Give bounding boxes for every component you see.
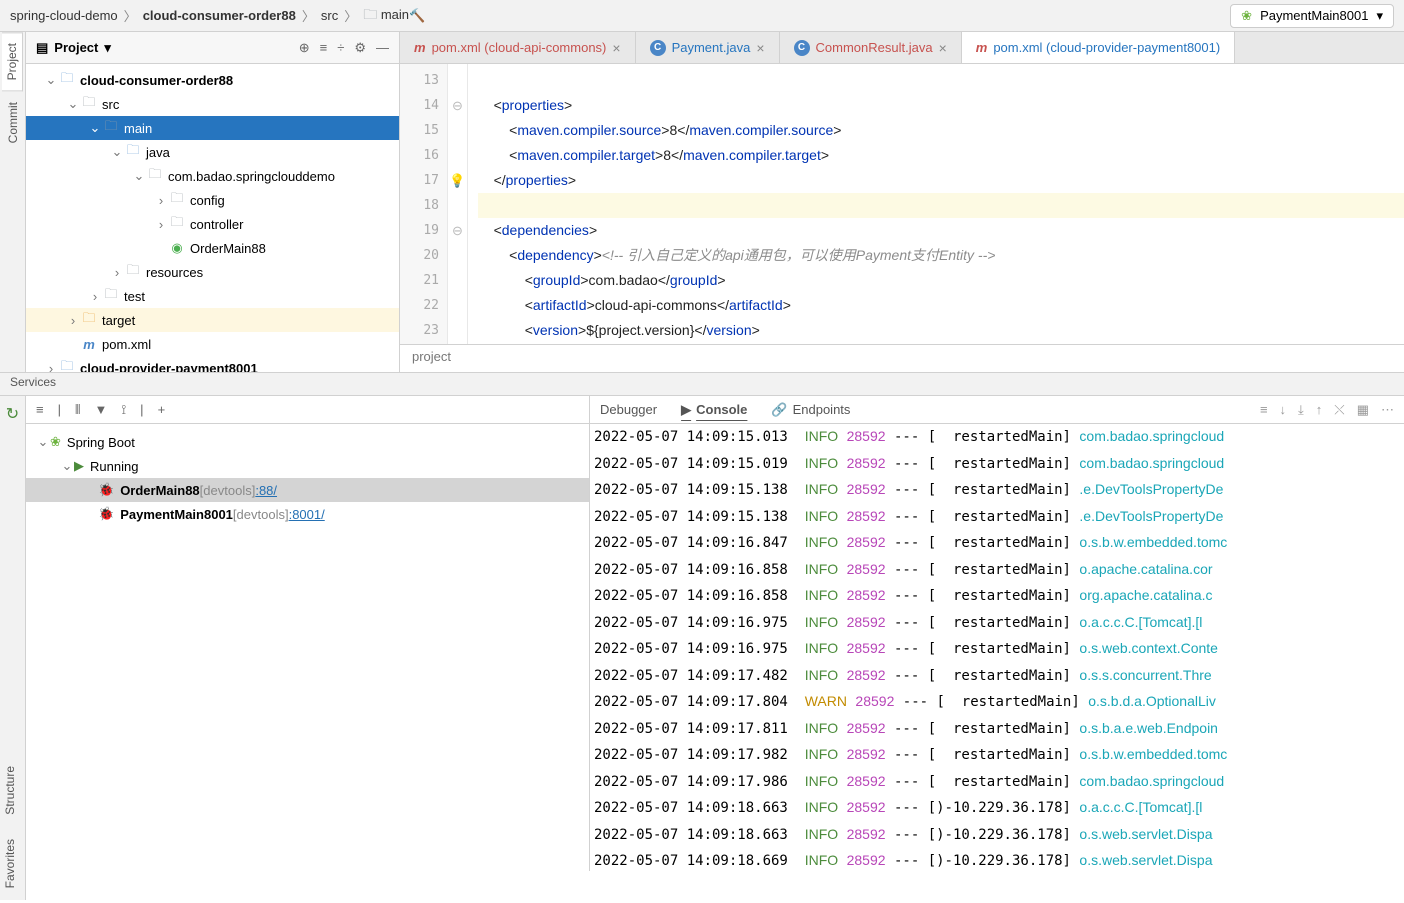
dl-icon[interactable]: ⤓ [1298, 402, 1304, 418]
tree-row[interactable]: ›🗀controller [26, 212, 399, 236]
tree-row[interactable]: ›🗀cloud-provider-payment8001 [26, 356, 399, 372]
editor-breadcrumb[interactable]: project [400, 344, 1404, 372]
breadcrumb-item[interactable]: src [321, 8, 338, 23]
project-tool-window: ▤ Project ▾ ⊕ ≡ ÷ ⚙ — ⌄🗀cloud-consumer-o… [26, 32, 400, 372]
left-tab-commit[interactable]: Commit [2, 91, 24, 154]
tree-row[interactable]: ›🗀test [26, 284, 399, 308]
expand-all-icon[interactable]: ≡ [320, 40, 328, 56]
editor-tab[interactable]: CCommonResult.java× [780, 32, 962, 63]
tree-row[interactable]: ⌄🗀java [26, 140, 399, 164]
tree-row[interactable]: ›🗀resources [26, 260, 399, 284]
settings-icon[interactable]: ⚙ [354, 40, 366, 56]
breadcrumb-item[interactable]: cloud-consumer-order88 [143, 8, 296, 23]
code-editor[interactable]: <properties> <maven.compiler.source>8</m… [468, 64, 1404, 344]
services-header[interactable]: Services [0, 372, 1404, 396]
tree-row[interactable]: ⌄🗀main [26, 116, 399, 140]
link-icon[interactable]: ⟟ [121, 402, 126, 418]
select-opened-icon[interactable]: ⊕ [299, 40, 310, 56]
editor-tab[interactable]: mpom.xml (cloud-api-commons)× [400, 32, 636, 63]
editor-tabs: mpom.xml (cloud-api-commons)×CPayment.ja… [400, 32, 1404, 64]
tree-row[interactable]: ›🗀target [26, 308, 399, 332]
editor-tab[interactable]: mpom.xml (cloud-provider-payment8001) [962, 32, 1235, 63]
clear-icon[interactable]: ⤬ [1334, 402, 1344, 418]
service-row[interactable]: ⌄▶Running [26, 454, 589, 478]
line-gutter: 1314151617181920212223 [400, 64, 448, 344]
chevron-down-icon: ▾ [104, 40, 111, 56]
left-toolwindow-bar: Project Commit [0, 32, 26, 372]
close-icon[interactable]: × [612, 40, 620, 56]
run-config-selector[interactable]: ❀ PaymentMain8001 ▾ [1230, 4, 1394, 28]
services-tree[interactable]: ⌄❀Spring Boot⌄▶Running🐞OrderMain88 [devt… [26, 424, 589, 871]
tab-endpoints[interactable]: 🔗Endpoints [771, 402, 850, 418]
breadcrumb-item[interactable]: spring-cloud-demo [10, 8, 118, 23]
tab-console[interactable]: ▶Console [681, 402, 747, 418]
service-row[interactable]: ⌄❀Spring Boot [26, 430, 589, 454]
gutter-marks: ⊖💡⊖ [448, 64, 468, 344]
tree-row[interactable]: mpom.xml [26, 332, 399, 356]
close-icon[interactable]: × [939, 40, 947, 56]
console-tabs: Debugger ▶Console 🔗Endpoints ≡ ↓ ⤓ ↑ ⤬ ▦… [590, 396, 1404, 424]
left-tab-favorites[interactable]: Favorites [0, 827, 25, 900]
tree-row[interactable]: ›🗀config [26, 188, 399, 212]
project-icon: ▤ [36, 40, 48, 56]
scroll-icon[interactable]: ↓ [1280, 402, 1287, 418]
collapse-all-icon[interactable]: ÷ [337, 40, 344, 56]
service-row[interactable]: 🐞OrderMain88 [devtools] :88/ [26, 478, 589, 502]
console-output[interactable]: 2022-05-07 14:09:15.013 INFO 28592 --- [… [590, 424, 1404, 871]
tree-row[interactable]: ⌄🗀src [26, 92, 399, 116]
split-icon[interactable]: ▦ [1357, 402, 1369, 418]
nav-bar: spring-cloud-demo〉cloud-consumer-order88… [0, 0, 1404, 32]
project-tree[interactable]: ⌄🗀cloud-consumer-order88⌄🗀src⌄🗀main⌄🗀jav… [26, 64, 399, 372]
left-tab-project[interactable]: Project [2, 32, 23, 91]
services-toolbar: ≡ | ⫴ ▼ ⟟ | + [26, 396, 589, 424]
breadcrumb[interactable]: spring-cloud-demo〉cloud-consumer-order88… [10, 4, 409, 28]
console-panel: Debugger ▶Console 🔗Endpoints ≡ ↓ ⤓ ↑ ⤬ ▦… [590, 396, 1404, 871]
endpoints-icon: 🔗 [771, 402, 787, 418]
filter-icon[interactable]: ▼ [94, 402, 107, 417]
group-icon[interactable]: ⫴ [75, 402, 80, 418]
project-title[interactable]: ▤ Project ▾ [36, 40, 111, 56]
editor-tab[interactable]: CPayment.java× [636, 32, 780, 63]
tree-row[interactable]: ◉OrderMain88 [26, 236, 399, 260]
tab-debugger[interactable]: Debugger [600, 402, 657, 417]
left-tab-structure[interactable]: Structure [0, 754, 25, 827]
editor-area: mpom.xml (cloud-api-commons)×CPayment.ja… [400, 32, 1404, 372]
breadcrumb-item[interactable]: 🗀 main [363, 4, 409, 28]
spring-icon: ❀ [1241, 8, 1252, 24]
services-tree-panel: ≡ | ⫴ ▼ ⟟ | + ⌄❀Spring Boot⌄▶Running🐞Ord… [26, 396, 590, 871]
run-config-label: PaymentMain8001 [1260, 8, 1368, 23]
chevron-down-icon: ▾ [1376, 8, 1383, 24]
add-icon[interactable]: + [158, 402, 166, 417]
project-header: ▤ Project ▾ ⊕ ≡ ÷ ⚙ — [26, 32, 399, 64]
code-area: 1314151617181920212223 ⊖💡⊖ <properties> … [400, 64, 1404, 344]
tree-row[interactable]: ⌄🗀com.badao.springclouddemo [26, 164, 399, 188]
build-icon[interactable]: 🔨 [409, 8, 425, 24]
expand-icon[interactable]: ≡ [36, 402, 44, 417]
tree-row[interactable]: ⌄🗀cloud-consumer-order88 [26, 68, 399, 92]
up-icon[interactable]: ↑ [1316, 402, 1323, 418]
hide-icon[interactable]: — [376, 40, 389, 56]
more-icon[interactable]: ⋯ [1381, 402, 1394, 418]
service-row[interactable]: 🐞PaymentMain8001 [devtools] :8001/ [26, 502, 589, 526]
console-icon: ▶ [681, 402, 691, 418]
close-icon[interactable]: × [756, 40, 764, 56]
wrap-icon[interactable]: ≡ [1260, 402, 1268, 418]
